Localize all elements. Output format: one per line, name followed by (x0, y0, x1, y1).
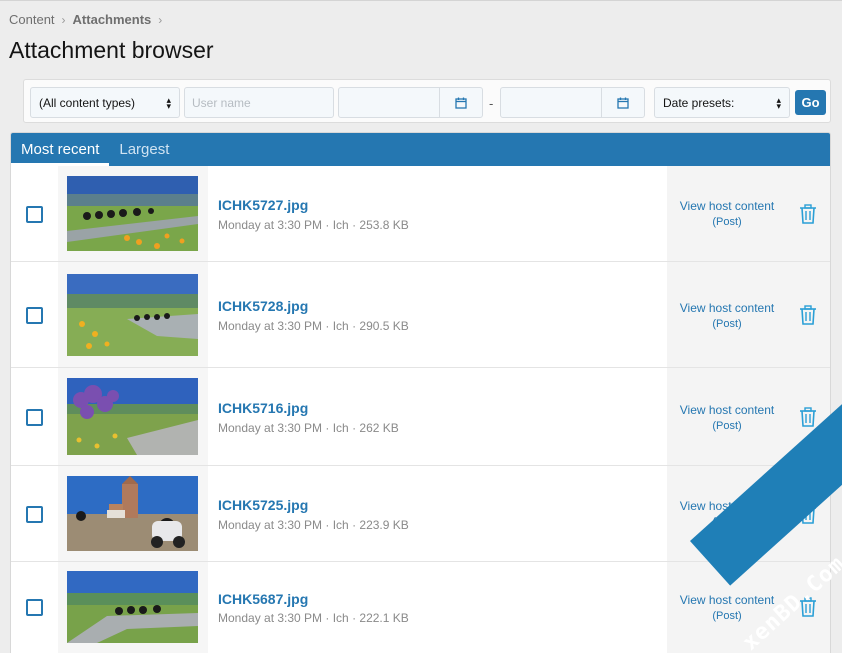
select-checkbox[interactable] (26, 599, 43, 616)
host-content-type: (Post) (712, 216, 742, 228)
tab-most-recent[interactable]: Most recent (11, 133, 110, 166)
view-host-content-link[interactable]: View host content (679, 199, 775, 213)
content-type-value: (All content types) (39, 95, 136, 110)
chevron-right-icon: › (158, 12, 163, 27)
breadcrumb-attachments-link[interactable]: Attachments (73, 12, 152, 27)
attachment-thumbnail[interactable] (67, 274, 198, 356)
calendar-icon[interactable] (439, 88, 482, 117)
attachments-panel: Most recent Largest ICHK5727.jpg Monday … (10, 132, 831, 653)
content-type-select[interactable]: (All content types) ▴ ▾ (30, 87, 180, 118)
tab-largest[interactable]: Largest (109, 133, 179, 166)
attachment-thumbnail[interactable] (67, 176, 198, 251)
host-content-type: (Post) (712, 420, 742, 432)
go-button[interactable]: Go (795, 90, 826, 115)
start-date-input[interactable] (339, 88, 439, 117)
date-presets-value: Date presets: (663, 95, 735, 110)
select-arrows-icon: ▴ ▾ (166, 94, 171, 111)
view-host-content-link[interactable]: View host content (679, 403, 775, 417)
page-title: Attachment browser (9, 37, 214, 63)
attachment-meta: Monday at 3:30 PM · Ich · 222.1 KB (218, 611, 409, 625)
host-content-type: (Post) (712, 318, 742, 330)
attachment-meta: Monday at 3:30 PM · Ich · 253.8 KB (218, 218, 409, 232)
attachment-filename-link[interactable]: ICHK5728.jpg (218, 298, 308, 314)
attachment-filename-link[interactable]: ICHK5727.jpg (218, 197, 308, 213)
list-item: ICHK5716.jpg Monday at 3:30 PM · Ich · 2… (11, 368, 830, 466)
start-date-field[interactable] (338, 87, 483, 118)
filter-bar: (All content types) ▴ ▾ User name - Date … (23, 79, 831, 123)
chevron-right-icon: › (61, 12, 66, 27)
user-name-input[interactable]: User name (184, 87, 334, 118)
tab-bar: Most recent Largest (11, 133, 830, 166)
breadcrumb: Content › Attachments › (9, 12, 169, 27)
trash-icon[interactable] (799, 407, 817, 427)
attachment-meta: Monday at 3:30 PM · Ich · 262 KB (218, 421, 399, 435)
attachment-meta: Monday at 3:30 PM · Ich · 223.9 KB (218, 518, 409, 532)
trash-icon[interactable] (799, 204, 817, 224)
app-frame: Content › Attachments › Attachment brows… (0, 0, 842, 653)
attachment-meta: Monday at 3:30 PM · Ich · 290.5 KB (218, 319, 409, 333)
select-checkbox[interactable] (26, 206, 43, 223)
list-item: ICHK5687.jpg Monday at 3:30 PM · Ich · 2… (11, 562, 830, 653)
user-name-placeholder: User name (192, 95, 251, 110)
breadcrumb-content-link[interactable]: Content (9, 12, 55, 27)
attachment-filename-link[interactable]: ICHK5725.jpg (218, 497, 308, 513)
attachment-filename-link[interactable]: ICHK5716.jpg (218, 400, 308, 416)
attachment-filename-link[interactable]: ICHK5687.jpg (218, 591, 308, 607)
attachment-thumbnail[interactable] (67, 476, 198, 551)
select-arrows-icon: ▴ ▾ (776, 94, 781, 111)
list-item: ICHK5727.jpg Monday at 3:30 PM · Ich · 2… (11, 166, 830, 262)
attachment-thumbnail[interactable] (67, 378, 198, 455)
end-date-input[interactable] (501, 88, 601, 117)
date-presets-select[interactable]: Date presets: ▴ ▾ (654, 87, 790, 118)
attachment-thumbnail[interactable] (67, 571, 198, 643)
list-item: ICHK5728.jpg Monday at 3:30 PM · Ich · 2… (11, 262, 830, 368)
calendar-icon[interactable] (601, 88, 644, 117)
select-checkbox[interactable] (26, 307, 43, 324)
select-checkbox[interactable] (26, 409, 43, 426)
select-checkbox[interactable] (26, 506, 43, 523)
date-range-separator: - (489, 96, 494, 111)
trash-icon[interactable] (799, 305, 817, 325)
end-date-field[interactable] (500, 87, 645, 118)
view-host-content-link[interactable]: View host content (679, 593, 775, 607)
view-host-content-link[interactable]: View host content (679, 301, 775, 315)
